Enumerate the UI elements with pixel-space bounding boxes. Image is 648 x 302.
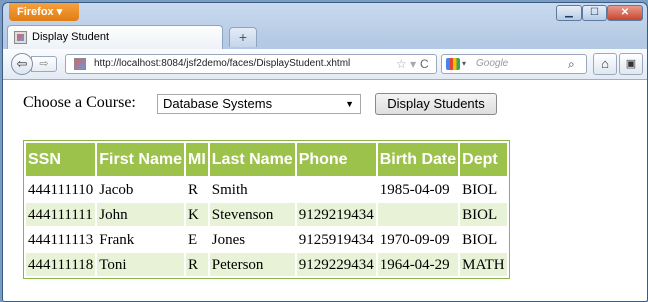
maximize-icon[interactable]: ☐ [582, 5, 607, 21]
page-content: Choose a Course: Database Systems ▼ Disp… [3, 80, 647, 301]
column-header: Phone [296, 143, 376, 176]
table-cell: 9129229434 [296, 253, 376, 276]
table-cell: E [185, 228, 208, 251]
table-cell: 1964-04-29 [377, 253, 459, 276]
table-cell: BIOL [460, 228, 507, 251]
tab-title: Display Student [32, 31, 110, 43]
tab-display-student[interactable]: Display Student [7, 25, 223, 49]
table-cell: 9129219434 [296, 203, 376, 226]
back-arrow-icon[interactable]: ⇦ [11, 53, 33, 75]
table-cell: 444111118 [26, 253, 96, 276]
column-header: MI [185, 143, 208, 176]
table-row: 444111110 Jacob R Smith 1985-04-09 BIOL [26, 178, 507, 201]
table-cell: 1985-04-09 [377, 178, 459, 201]
student-table: SSN First Name MI Last Name Phone Birth … [23, 140, 510, 279]
table-header-row: SSN First Name MI Last Name Phone Birth … [26, 143, 507, 176]
reload-icon[interactable]: C [420, 55, 429, 73]
table-cell: 9125919434 [296, 228, 376, 251]
table-cell: Jones [209, 228, 295, 251]
column-header: Last Name [209, 143, 295, 176]
course-form: Choose a Course: Database Systems ▼ Disp… [23, 92, 623, 116]
table-cell: Jacob [97, 178, 184, 201]
table-cell: Toni [97, 253, 184, 276]
column-header: First Name [97, 143, 184, 176]
url-text[interactable]: http://localhost:8084/jsf2demo/faces/Dis… [94, 55, 350, 73]
table-cell: BIOL [460, 178, 507, 201]
title-bar: Firefox ▾ ▁ ☐ ✕ [3, 3, 647, 23]
column-header: Birth Date [377, 143, 459, 176]
table-cell: K [185, 203, 208, 226]
bookmarks-icon[interactable]: ▣ [619, 53, 643, 75]
table-cell: R [185, 178, 208, 201]
home-icon[interactable]: ⌂ [593, 53, 617, 75]
table-cell: 1970-09-09 [377, 228, 459, 251]
search-input[interactable]: Google [476, 55, 508, 73]
table-cell [377, 203, 459, 226]
table-row: 444111118 Toni R Peterson 9129229434 196… [26, 253, 507, 276]
chevron-down-icon[interactable]: ▼ [345, 95, 354, 113]
engine-dropdown-icon[interactable]: ▾ [462, 55, 466, 73]
table-cell: MATH [460, 253, 507, 276]
course-selected-value: Database Systems [163, 96, 273, 111]
favicon-icon [74, 58, 86, 70]
tab-bar: Display Student + [3, 23, 647, 49]
firefox-menu-button[interactable]: Firefox ▾ [9, 3, 79, 21]
course-select[interactable]: Database Systems ▼ [157, 94, 361, 114]
display-students-button[interactable]: Display Students [375, 93, 497, 115]
table-cell: 444111113 [26, 228, 96, 251]
table-cell: Stevenson [209, 203, 295, 226]
table-cell: Frank [97, 228, 184, 251]
navigation-toolbar: ⇨ ⇦ http://localhost:8084/jsf2demo/faces… [3, 49, 647, 80]
table-cell: 444111110 [26, 178, 96, 201]
close-icon[interactable]: ✕ [607, 5, 643, 21]
url-bar[interactable]: http://localhost:8084/jsf2demo/faces/Dis… [65, 54, 437, 74]
table-cell: BIOL [460, 203, 507, 226]
forward-arrow-icon[interactable]: ⇨ [31, 56, 57, 72]
new-tab-button[interactable]: + [229, 27, 257, 47]
table-cell: Smith [209, 178, 295, 201]
table-cell: Peterson [209, 253, 295, 276]
minimize-icon[interactable]: ▁ [556, 5, 582, 21]
table-cell: John [97, 203, 184, 226]
google-icon[interactable] [446, 58, 460, 70]
search-icon[interactable]: ⌕ [568, 55, 575, 73]
table-row: 444111113 Frank E Jones 9125919434 1970-… [26, 228, 507, 251]
column-header: SSN [26, 143, 96, 176]
table-cell [296, 178, 376, 201]
table-cell: 444111111 [26, 203, 96, 226]
search-bar[interactable]: ▾ Google ⌕ [441, 54, 587, 74]
table-row: 444111111 John K Stevenson 9129219434 BI… [26, 203, 507, 226]
star-icon[interactable]: ☆ ▾ [396, 55, 416, 73]
column-header: Dept [460, 143, 507, 176]
table-cell: R [185, 253, 208, 276]
back-forward-group: ⇨ ⇦ [11, 53, 61, 75]
course-label: Choose a Course: [23, 94, 136, 111]
browser-window: Firefox ▾ ▁ ☐ ✕ Display Student + ⇨ ⇦ ht… [2, 2, 648, 302]
favicon-icon [14, 31, 27, 44]
